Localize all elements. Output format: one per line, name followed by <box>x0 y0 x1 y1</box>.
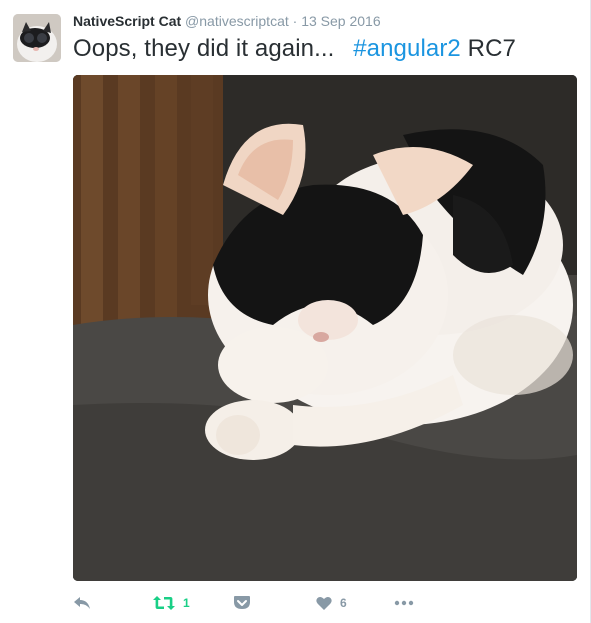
retweet-button[interactable]: 1 <box>153 590 190 616</box>
tweet-text-body: Oops, they did it again... <box>73 35 335 62</box>
heart-icon <box>316 596 332 610</box>
like-button[interactable]: 6 <box>316 590 347 616</box>
more-button[interactable] <box>394 590 414 616</box>
tweet-photo[interactable] <box>73 75 577 581</box>
tweet-text: Oops, they did it again... #angular2 RC7 <box>73 34 516 64</box>
header-separator: · <box>292 13 298 29</box>
avatar-image <box>13 14 61 62</box>
avatar[interactable] <box>13 14 61 62</box>
cat-photo <box>73 75 577 581</box>
tweet-header: NativeScript Cat @nativescriptcat · 13 S… <box>73 12 381 30</box>
retweet-count: 1 <box>183 596 190 610</box>
author-name[interactable]: NativeScript Cat <box>73 13 181 29</box>
like-count: 6 <box>340 596 347 610</box>
author-handle[interactable]: @nativescriptcat <box>185 13 289 29</box>
pocket-icon <box>234 596 250 609</box>
tweet-date[interactable]: 13 Sep 2016 <box>301 13 380 29</box>
tweet-text-suffix: RC7 <box>467 35 516 62</box>
reply-icon <box>74 597 90 609</box>
reply-button[interactable] <box>73 590 91 616</box>
more-dots-icon <box>394 600 414 606</box>
tweet-card: NativeScript Cat @nativescriptcat · 13 S… <box>0 0 591 623</box>
save-button[interactable] <box>233 590 251 616</box>
tweet-actions: 1 6 <box>73 590 577 616</box>
hashtag-link[interactable]: #angular2 <box>353 35 461 62</box>
retweet-icon <box>153 596 175 610</box>
